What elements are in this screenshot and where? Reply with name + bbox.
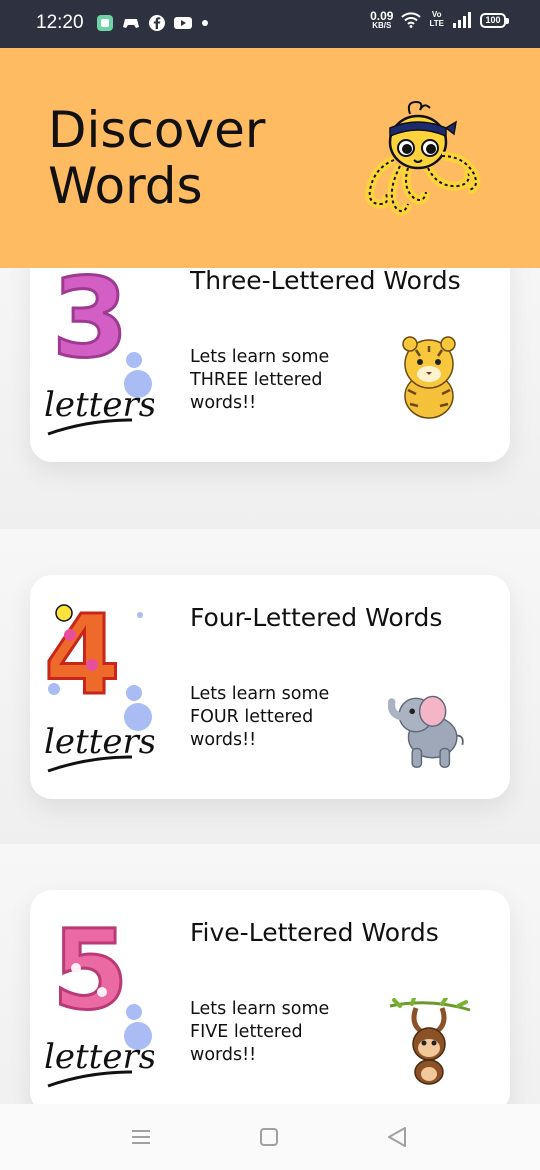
signal-icon [453,12,471,28]
more-notifications-dot [202,20,208,26]
letters-script: letters [44,722,154,762]
octopus-mascot-icon [365,100,481,216]
elephant-icon [388,695,464,768]
app-header: Discover Words [0,48,540,268]
three-letters-icon: 3 letters [44,268,154,436]
monkey-icon [389,998,471,1085]
net-speed-unit: KB/S [372,21,392,30]
status-time: 12:20 [36,12,84,33]
home-square-icon[interactable] [256,1124,282,1150]
system-nav-bar [0,1104,540,1170]
battery-level: 100 [485,15,501,25]
letters-script: letters [44,1037,154,1077]
list-section: 3 letters Three-Lettered Words Lets lear… [0,268,540,529]
list-section: 5 letters Five-Lettered Words Lets learn… [0,844,540,1104]
status-bar: 12:20 0.09 KB/S Vo LTE 100 [0,0,540,48]
facebook-icon [149,15,165,31]
tiger-icon [402,336,456,419]
battery-icon: 100 [480,12,509,28]
word-category-list[interactable]: 3 letters Three-Lettered Words Lets lear… [0,268,540,1104]
card-description: Lets learn some FOUR lettered words!! [190,684,330,750]
page-title: Discover Words [48,102,328,214]
title-line-2: Words [48,157,203,215]
letters-script: letters [44,385,154,425]
notification-icons [96,14,208,32]
app-notification-icon [97,15,113,31]
card-title: Five-Lettered Words [190,918,439,947]
list-section: 4 letters Four-Lettered Words Lets learn… [0,529,540,844]
card-three-lettered-words[interactable]: 3 letters Three-Lettered Words Lets lear… [30,268,510,462]
menu-icon[interactable] [128,1124,154,1150]
youtube-icon [174,17,192,29]
gamepad-icon [123,19,139,28]
number-5-glyph: 5 [52,908,129,1034]
volte-indicator: Vo LTE [429,10,444,29]
card-description: Lets learn some THREE lettered words!! [190,347,330,413]
five-letters-icon: 5 letters [44,908,154,1088]
card-five-lettered-words[interactable]: 5 letters Five-Lettered Words Lets learn… [30,890,510,1104]
title-line-1: Discover [48,101,266,159]
back-triangle-icon[interactable] [384,1124,410,1150]
card-description: Lets learn some FIVE lettered words!! [190,999,330,1065]
card-title: Four-Lettered Words [190,603,443,632]
card-title: Three-Lettered Words [190,268,461,295]
four-letters-icon: 4 letters [43,593,154,773]
volte-bottom: LTE [429,19,444,28]
number-3-glyph: 3 [52,268,129,382]
wifi-icon [401,12,422,28]
network-speed: 0.09 KB/S [370,10,393,30]
card-four-lettered-words[interactable]: 4 letters Four-Lettered Words Lets learn… [30,575,510,799]
